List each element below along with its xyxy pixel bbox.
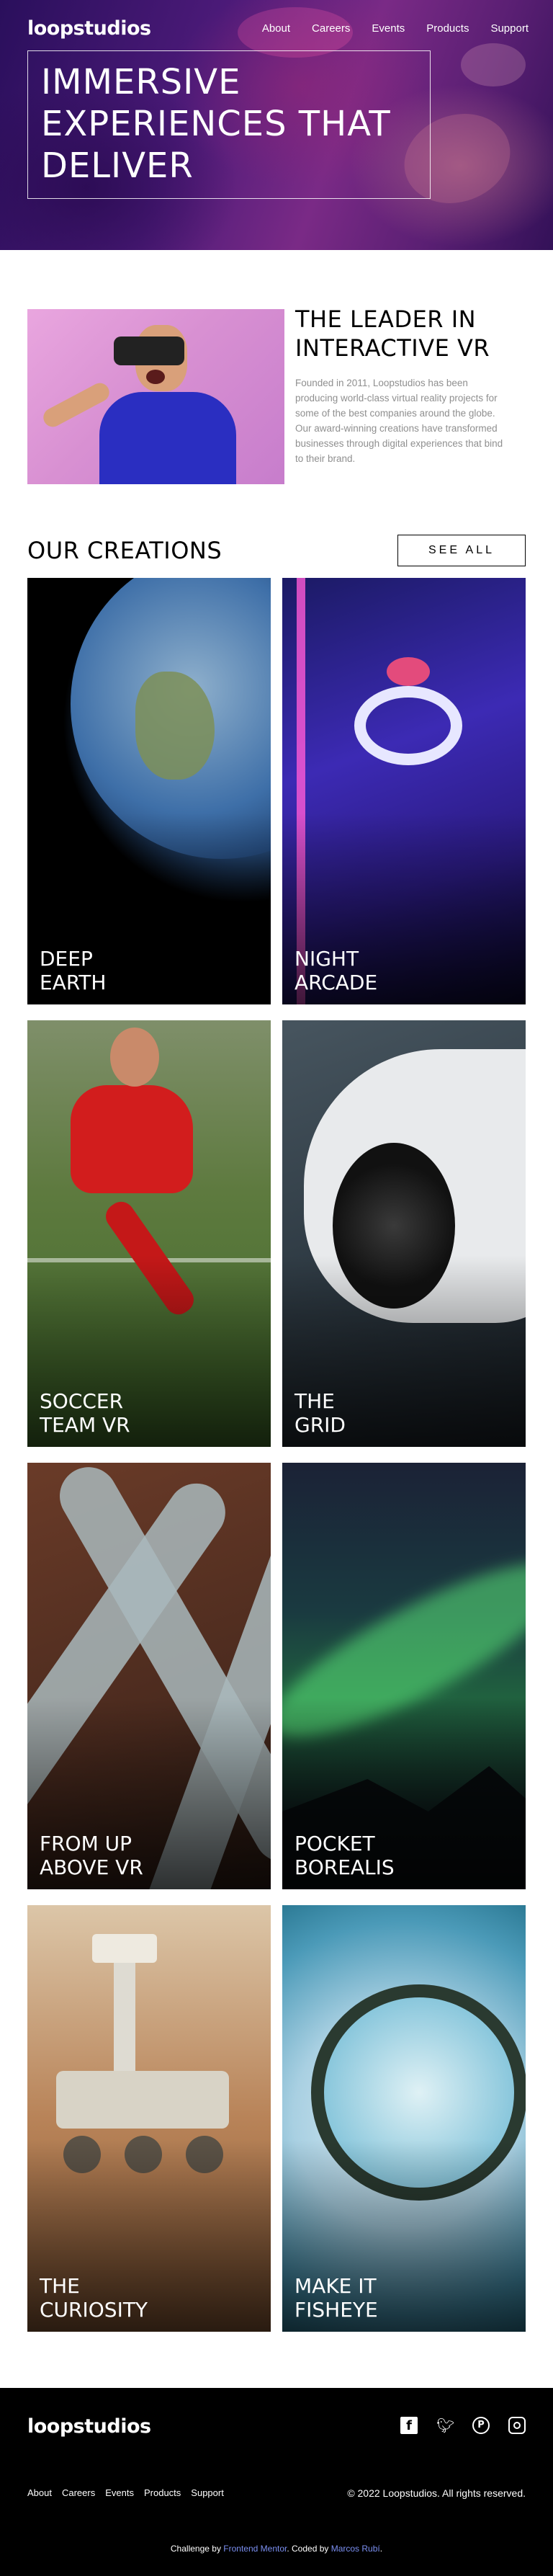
creation-title: Make it fisheye — [295, 2274, 378, 2322]
attribution-suffix: . — [379, 2544, 383, 2554]
twitter-icon[interactable]: 🐦︎ — [436, 2417, 454, 2434]
intro-text-block: The leader in interactive VR Founded in … — [295, 305, 504, 466]
arcade-ring-image — [354, 686, 462, 765]
intro-title: The leader in interactive VR — [295, 306, 490, 362]
creation-card-from-up-above-vr[interactable]: From up above VR — [27, 1463, 271, 1889]
attribution-middle: . Coded by — [287, 2544, 331, 2554]
creations-grid: Deep Earth Night Arcade Soccer Team VR T… — [27, 578, 526, 2332]
footer-link-about[interactable]: About — [27, 2487, 52, 2498]
nav-link-careers[interactable]: Careers — [312, 22, 350, 35]
creation-card-night-arcade[interactable]: Night Arcade — [282, 578, 526, 1004]
attribution-text: Challenge by Frontend Mentor. Coded by M… — [0, 2544, 553, 2554]
author-link[interactable]: Marcos Rubí — [331, 2544, 380, 2554]
vr-person-image — [27, 309, 284, 484]
creation-title: Soccer Team VR — [40, 1389, 130, 1437]
hero-background-shape — [461, 43, 526, 86]
footer-navigation: About Careers Events Products Support — [27, 2487, 224, 2498]
intro-section: The leader in interactive VR Founded in … — [0, 250, 553, 535]
creation-card-deep-earth[interactable]: Deep Earth — [27, 578, 271, 1004]
image-detail — [92, 1934, 157, 1963]
footer-link-events[interactable]: Events — [105, 2487, 134, 2498]
mars-rover-image — [56, 2071, 229, 2129]
intro-body: Founded in 2011, Loopstudios has been pr… — [295, 378, 503, 464]
image-detail — [110, 1028, 159, 1087]
hero-section: loopstudios About Careers Events Product… — [0, 0, 553, 250]
facebook-icon[interactable]: f — [400, 2417, 418, 2434]
creations-heading: Our creations — [27, 537, 222, 564]
creation-title: The Grid — [295, 1389, 346, 1437]
creations-header: Our creations See all — [27, 535, 526, 566]
copyright-text: © 2022 Loopstudios. All rights reserved. — [347, 2487, 526, 2499]
nav-link-about[interactable]: About — [262, 22, 290, 35]
creation-card-make-it-fisheye[interactable]: Make it fisheye — [282, 1905, 526, 2332]
soccer-player-image — [71, 1085, 193, 1193]
site-logo[interactable]: loopstudios — [27, 17, 151, 40]
image-detail — [146, 370, 165, 384]
nav-link-products[interactable]: Products — [426, 22, 469, 35]
footer-link-careers[interactable]: Careers — [62, 2487, 95, 2498]
image-detail — [387, 657, 430, 686]
social-links: f 🐦︎ P — [400, 2417, 526, 2434]
nav-link-support[interactable]: Support — [490, 22, 529, 35]
creation-card-the-grid[interactable]: The Grid — [282, 1020, 526, 1447]
hero-headline: Immersive experiences that deliver — [41, 62, 391, 186]
top-navigation: loopstudios About Careers Events Product… — [27, 17, 529, 40]
creation-card-pocket-borealis[interactable]: Pocket Borealis — [282, 1463, 526, 1889]
nav-link-events[interactable]: Events — [372, 22, 405, 35]
footer-link-support[interactable]: Support — [191, 2487, 224, 2498]
creation-card-the-curiosity[interactable]: The Curiosity — [27, 1905, 271, 2332]
nav-menu: About Careers Events Products Support — [262, 22, 529, 35]
image-detail — [114, 1948, 135, 2078]
attribution-prefix: Challenge by — [170, 2544, 224, 2554]
footer-logo[interactable]: loopstudios — [27, 2415, 151, 2438]
site-footer: loopstudios f 🐦︎ P About Careers Events … — [0, 2388, 553, 2576]
see-all-button[interactable]: See all — [397, 535, 526, 566]
instagram-icon[interactable] — [508, 2417, 526, 2434]
creations-section: Our creations See all Deep Earth Night A… — [0, 535, 553, 2388]
creation-card-soccer-team-vr[interactable]: Soccer Team VR — [27, 1020, 271, 1447]
creation-title: Deep Earth — [40, 947, 107, 994]
creation-title: The Curiosity — [40, 2274, 148, 2322]
footer-link-products[interactable]: Products — [144, 2487, 181, 2498]
creation-title: From up above VR — [40, 1832, 143, 1879]
image-detail — [99, 392, 236, 484]
creation-title: Pocket Borealis — [295, 1832, 395, 1879]
hero-headline-box: Immersive experiences that deliver — [27, 50, 431, 199]
creation-title: Night Arcade — [295, 947, 378, 994]
frontend-mentor-link[interactable]: Frontend Mentor — [223, 2544, 287, 2554]
pinterest-icon[interactable]: P — [472, 2417, 490, 2434]
vr-headset-detail — [114, 337, 184, 365]
